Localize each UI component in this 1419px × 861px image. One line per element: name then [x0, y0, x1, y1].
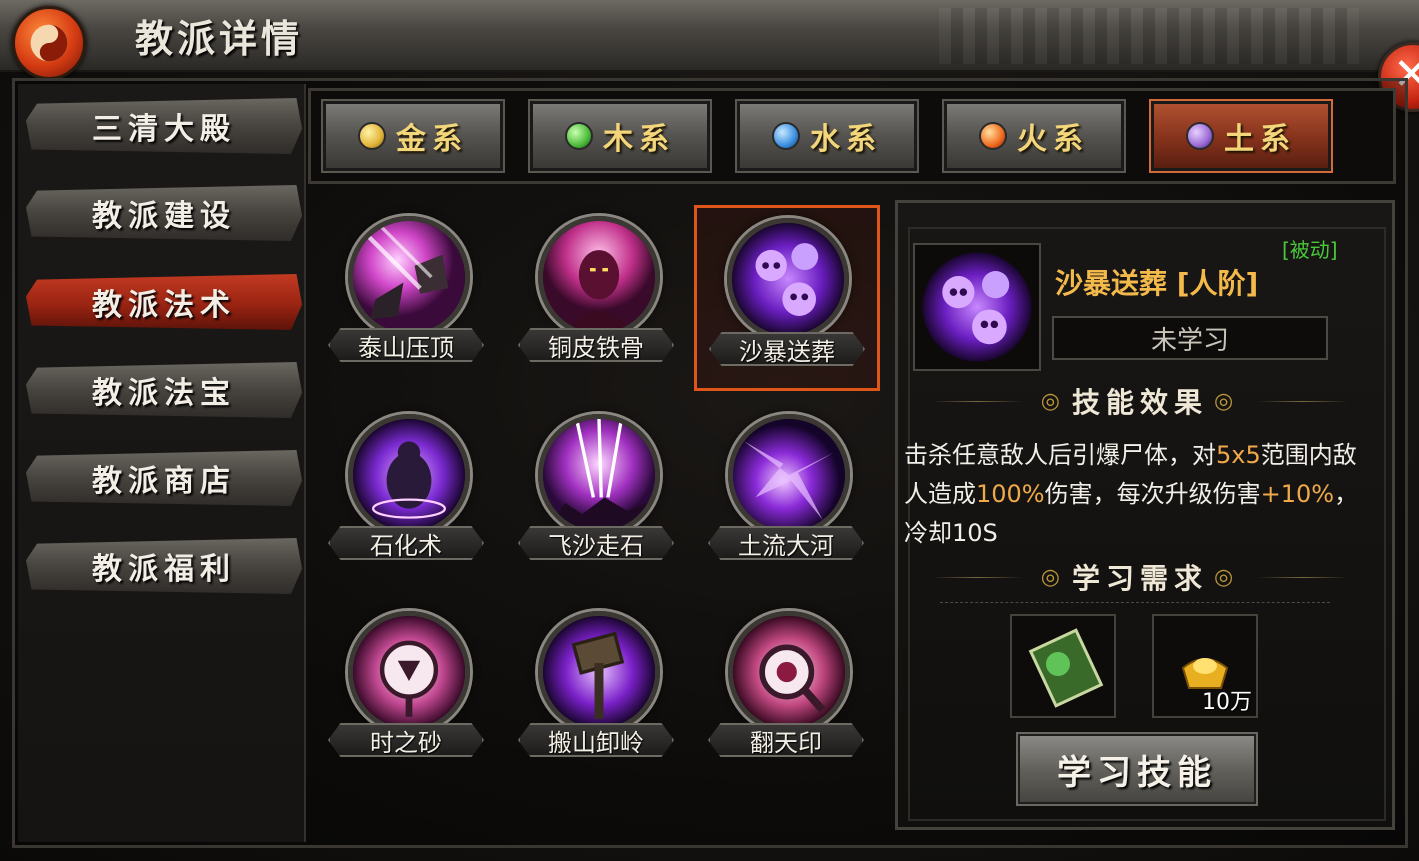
learn-status: 未学习: [1052, 316, 1328, 360]
skill-name: 沙暴送葬 [人阶]: [1055, 267, 1259, 300]
skill-book-icon: [1028, 628, 1104, 708]
skill-description: 击杀任意敌人后引爆尸体，对5x5范围内敌人造成100%伤害，每次升级伤害+10%…: [904, 436, 1374, 553]
sidebar-item-label: 教派福利: [92, 552, 236, 587]
skill-label: 时之砂: [328, 723, 484, 757]
water-orb-icon: [772, 122, 800, 150]
tab-label: 金系: [396, 122, 468, 157]
tab-wood[interactable]: 木系: [528, 99, 712, 173]
cloud-ornament-icon: ◎: [1214, 564, 1240, 590]
effect-title: 技能效果: [1072, 386, 1209, 419]
stone-golem-icon: [348, 414, 470, 536]
skill-slot-3[interactable]: 沙暴送葬: [694, 205, 880, 391]
desc-highlight: 100%: [976, 480, 1045, 508]
requirement-item[interactable]: 10万: [1152, 614, 1258, 718]
skill-slot-1[interactable]: 泰山压顶: [320, 210, 490, 380]
metal-orb-icon: [358, 122, 386, 150]
purple-skulls-icon: [913, 243, 1041, 371]
sand-storm-icon: [538, 414, 660, 536]
skill-slot-7[interactable]: 时之砂: [320, 605, 490, 775]
skill-label: 飞沙走石: [518, 526, 674, 560]
magnifier-seal-icon: [728, 611, 850, 733]
armored-warrior-icon: [538, 216, 660, 338]
effect-heading: ◎ 技能效果 ◎: [920, 381, 1360, 421]
sidebar-item-spells[interactable]: 教派法术: [26, 274, 302, 330]
skill-label: 土流大河: [708, 526, 864, 560]
cloud-ornament-icon: ◎: [1040, 388, 1066, 414]
hammer-icon: [538, 611, 660, 733]
sidebar-item-label: 三清大殿: [92, 112, 236, 147]
skill-label: 泰山压顶: [328, 328, 484, 362]
skill-slot-8[interactable]: 搬山卸岭: [510, 605, 680, 775]
skill-slot-6[interactable]: 土流大河: [700, 408, 870, 578]
skill-label: 石化术: [328, 526, 484, 560]
desc-text: 伤害，每次升级伤害: [1044, 480, 1261, 508]
page-title: 教派详情: [135, 16, 304, 61]
fire-orb-icon: [979, 122, 1007, 150]
requirement-count: 10万: [1202, 690, 1252, 715]
skill-slot-2[interactable]: 铜皮铁骨: [510, 210, 680, 380]
sidebar-item-treasures[interactable]: 教派法宝: [26, 362, 302, 418]
divider: [940, 602, 1330, 603]
tab-water[interactable]: 水系: [735, 99, 919, 173]
requirement-title: 学习需求: [1072, 562, 1209, 595]
purple-burst-icon: [728, 414, 850, 536]
sidebar-item-label: 教派建设: [92, 199, 236, 234]
skill-slot-4[interactable]: 石化术: [320, 408, 490, 578]
element-tabs: 金系 木系 水系 火系 土系: [308, 88, 1396, 184]
sidebar-item-hall[interactable]: 三清大殿: [26, 98, 302, 154]
cloud-ornament-icon: ◎: [1040, 564, 1066, 590]
cloud-ornament-icon: ◎: [1214, 388, 1240, 414]
yin-yang-icon: [12, 6, 86, 80]
sidebar-item-label: 教派商店: [92, 464, 236, 499]
skill-label: 沙暴送葬: [709, 332, 865, 366]
sidebar: 三清大殿 教派建设 教派法术 教派法宝 教派商店 教派福利: [18, 84, 306, 842]
sidebar-item-label: 教派法术: [92, 288, 236, 323]
learn-skill-button[interactable]: 学习技能: [1016, 732, 1258, 806]
purple-skulls-icon: [727, 218, 849, 340]
skill-label: 搬山卸岭: [518, 723, 674, 757]
skill-label: 翻天印: [708, 723, 864, 757]
hourglass-seal-icon: [348, 611, 470, 733]
skill-slot-9[interactable]: 翻天印: [700, 605, 870, 775]
desc-highlight: 5x5: [1216, 441, 1261, 469]
desc-highlight: +10%: [1260, 480, 1335, 508]
tab-metal[interactable]: 金系: [321, 99, 505, 173]
tab-label: 木系: [603, 122, 675, 157]
sidebar-item-construction[interactable]: 教派建设: [26, 185, 302, 241]
sidebar-item-shop[interactable]: 教派商店: [26, 450, 302, 506]
skill-slot-5[interactable]: 飞沙走石: [510, 408, 680, 578]
tab-label: 火系: [1017, 122, 1089, 157]
passive-tag: [被动]: [1282, 238, 1338, 262]
wood-orb-icon: [565, 122, 593, 150]
tab-fire[interactable]: 火系: [942, 99, 1126, 173]
requirement-item[interactable]: [1010, 614, 1116, 718]
tab-earth[interactable]: 土系: [1149, 99, 1333, 173]
skill-label: 铜皮铁骨: [518, 328, 674, 362]
desc-text: 击杀任意敌人后引爆尸体，对: [904, 441, 1216, 469]
sidebar-item-welfare[interactable]: 教派福利: [26, 538, 302, 594]
earth-orb-icon: [1186, 122, 1214, 150]
requirement-heading: ◎ 学习需求 ◎: [920, 557, 1360, 597]
tab-label: 土系: [1224, 122, 1296, 157]
tab-label: 水系: [810, 122, 882, 157]
falling-rocks-icon: [348, 216, 470, 338]
sidebar-item-label: 教派法宝: [92, 376, 236, 411]
